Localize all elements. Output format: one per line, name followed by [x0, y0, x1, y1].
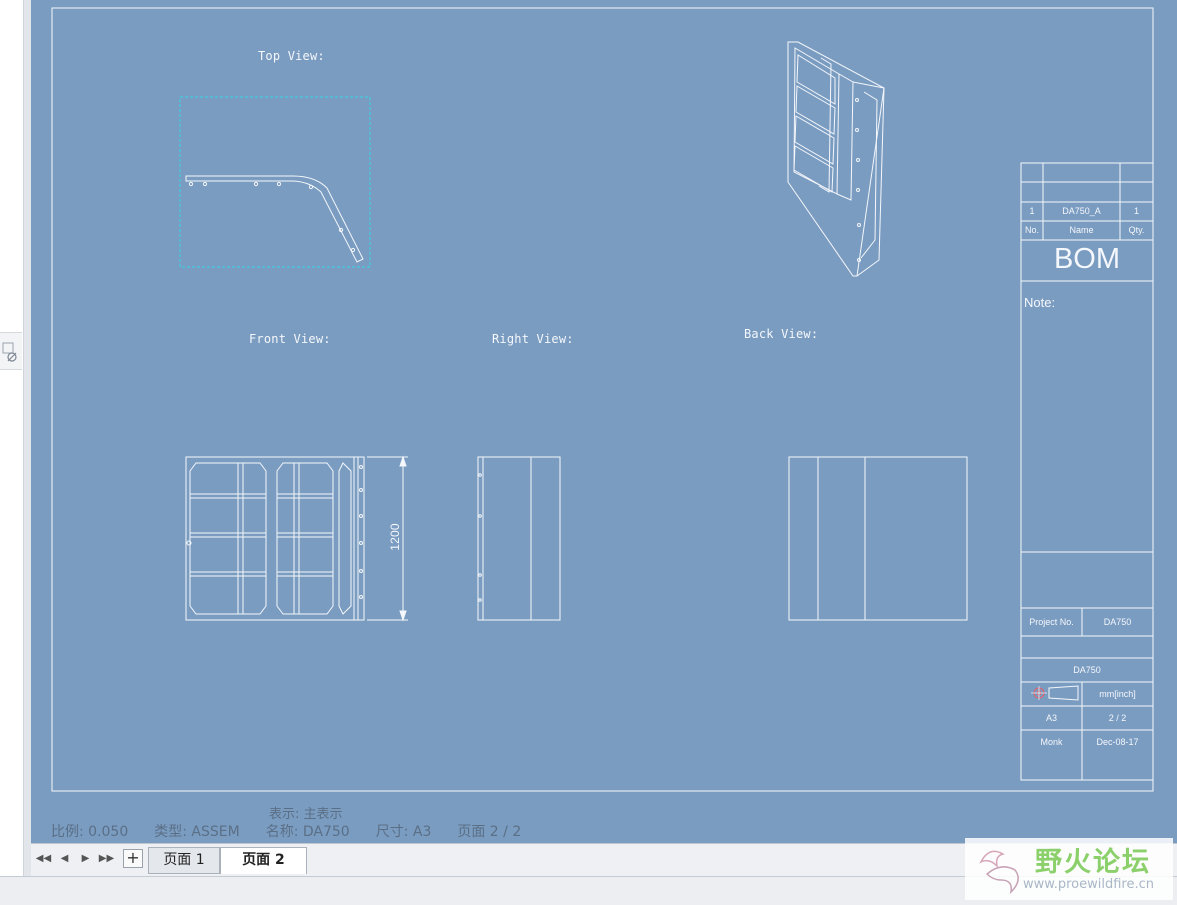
- scale-status: 比例: 0.050: [51, 824, 129, 840]
- first-page-icon[interactable]: ◀◀: [35, 851, 52, 867]
- bom-row-no: 1: [1029, 206, 1035, 216]
- page-status: 页面 2 / 2: [457, 824, 522, 840]
- right-view-label: Right View:: [492, 332, 574, 346]
- back-view-drawing[interactable]: [788, 456, 968, 621]
- bom-table: 1 DA750_A 1 No. Name Qty. BOM Note: Proj…: [1021, 163, 1154, 780]
- sheet-size: A3: [1045, 713, 1057, 723]
- bom-col-name: Name: [1069, 225, 1094, 235]
- layer-tool-icon[interactable]: [0, 332, 22, 370]
- bom-row-name: DA750_A: [1062, 206, 1101, 216]
- units: mm[inch]: [1099, 689, 1136, 699]
- panel-splitter[interactable]: [24, 0, 31, 876]
- sheet-border: [51, 7, 1154, 792]
- bom-col-no: No.: [1024, 225, 1039, 235]
- project-no-label: Project No.: [1029, 617, 1074, 627]
- author: Monk: [1040, 737, 1063, 747]
- selection-box: [179, 96, 371, 268]
- date: Dec-08-17: [1096, 737, 1139, 747]
- drawing-name: DA750: [1073, 665, 1101, 675]
- bom-title: BOM: [1053, 243, 1121, 275]
- back-view-label: Back View:: [744, 327, 819, 341]
- bom-note-label: Note:: [1024, 295, 1056, 310]
- sheet-nav: ◀◀ ◀ ▶ ▶▶: [35, 851, 115, 867]
- last-page-icon[interactable]: ▶▶: [98, 851, 115, 867]
- front-view-drawing[interactable]: [185, 456, 365, 621]
- top-view-label: Top View:: [258, 49, 325, 63]
- bom-col-qty: Qty.: [1128, 225, 1145, 235]
- tab-page-2[interactable]: 页面 2: [220, 847, 307, 874]
- project-no-value: DA750: [1103, 617, 1132, 627]
- tab-page-1[interactable]: 页面 1: [148, 847, 220, 874]
- watermark-url: www.proewildfire.cn: [1023, 877, 1154, 892]
- name-status: 名称: DA750: [265, 824, 350, 840]
- next-page-icon[interactable]: ▶: [77, 851, 94, 867]
- drawing-svg: [51, 7, 1154, 792]
- type-status: 类型: ASSEM: [154, 824, 240, 840]
- display-status: 表示: 主表示: [269, 807, 343, 822]
- bom-row-qty: 1: [1133, 206, 1139, 216]
- drawing-canvas[interactable]: Top View: Front View: Right View: Back V…: [31, 0, 1177, 843]
- left-panel: [0, 0, 24, 876]
- front-view-label: Front View:: [249, 332, 331, 346]
- top-view-drawing[interactable]: [185, 175, 364, 263]
- right-view-drawing[interactable]: [477, 456, 561, 621]
- sheet-number: 2 / 2: [1108, 713, 1127, 723]
- prev-page-icon[interactable]: ◀: [56, 851, 73, 867]
- status-line: 比例: 0.050 类型: ASSEM 名称: DA750 尺寸: A3 页面 …: [51, 821, 521, 841]
- add-sheet-button[interactable]: +: [123, 849, 143, 868]
- size-status: 尺寸: A3: [375, 824, 432, 840]
- watermark-title: 野火论坛: [1035, 847, 1151, 878]
- dimension-text: 1200: [387, 523, 402, 551]
- iso-view-drawing[interactable]: [787, 41, 885, 277]
- watermark: 野火论坛 www.proewildfire.cn: [965, 838, 1173, 900]
